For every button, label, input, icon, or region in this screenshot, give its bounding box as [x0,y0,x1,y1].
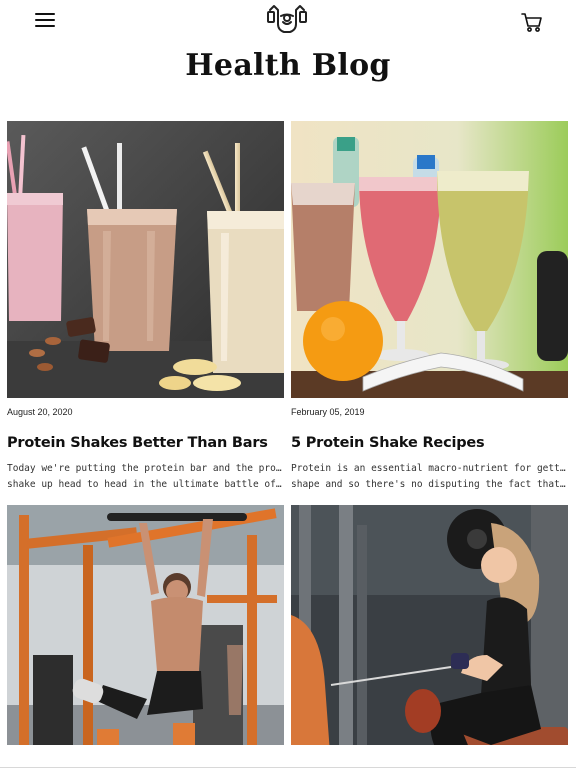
post-date: February 05, 2019 [291,407,365,417]
post-excerpt-line: shake up head to head in the ultimate ba… [7,479,284,490]
page-bottom-divider [0,767,576,768]
muscle-arms-logo-icon[interactable] [266,4,308,38]
post-excerpt: Today we're putting the protein bar and … [7,461,284,493]
post-excerpt: Protein is an essential macro-nutrient f… [291,461,568,493]
blog-post-card[interactable] [291,505,568,745]
post-thumbnail-image[interactable] [291,505,568,745]
blog-post-card[interactable] [7,505,284,745]
shopping-cart-icon[interactable] [520,10,544,34]
post-thumbnail-image[interactable] [7,121,284,398]
post-thumbnail-image[interactable] [7,505,284,745]
post-date: August 20, 2020 [7,407,73,417]
post-title-link[interactable]: 5 Protein Shake Recipes [291,435,568,451]
blog-post-card[interactable]: February 05, 2019 5 Protein Shake Recipe… [291,121,568,493]
page-title: Health Blog [185,48,391,83]
post-excerpt-line: Today we're putting the protein bar and … [7,463,284,474]
post-excerpt-line: Protein is an essential macro-nutrient f… [291,463,568,474]
blog-post-card[interactable]: August 20, 2020 Protein Shakes Better Th… [7,121,284,493]
hamburger-menu-icon[interactable] [35,13,55,31]
post-thumbnail-image[interactable] [291,121,568,398]
post-excerpt-line: shape and so there's no disputing the fa… [291,479,568,490]
site-header [0,0,576,44]
post-title-link[interactable]: Protein Shakes Better Than Bars [7,435,284,451]
